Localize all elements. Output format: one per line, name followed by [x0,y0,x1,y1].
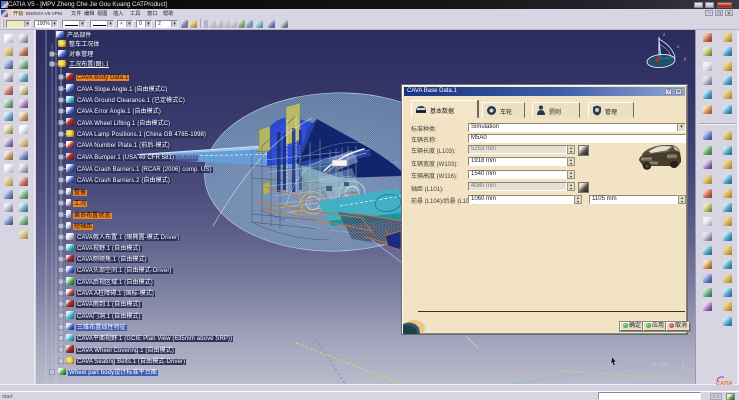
svg-text:CATIA: CATIA [716,381,732,387]
